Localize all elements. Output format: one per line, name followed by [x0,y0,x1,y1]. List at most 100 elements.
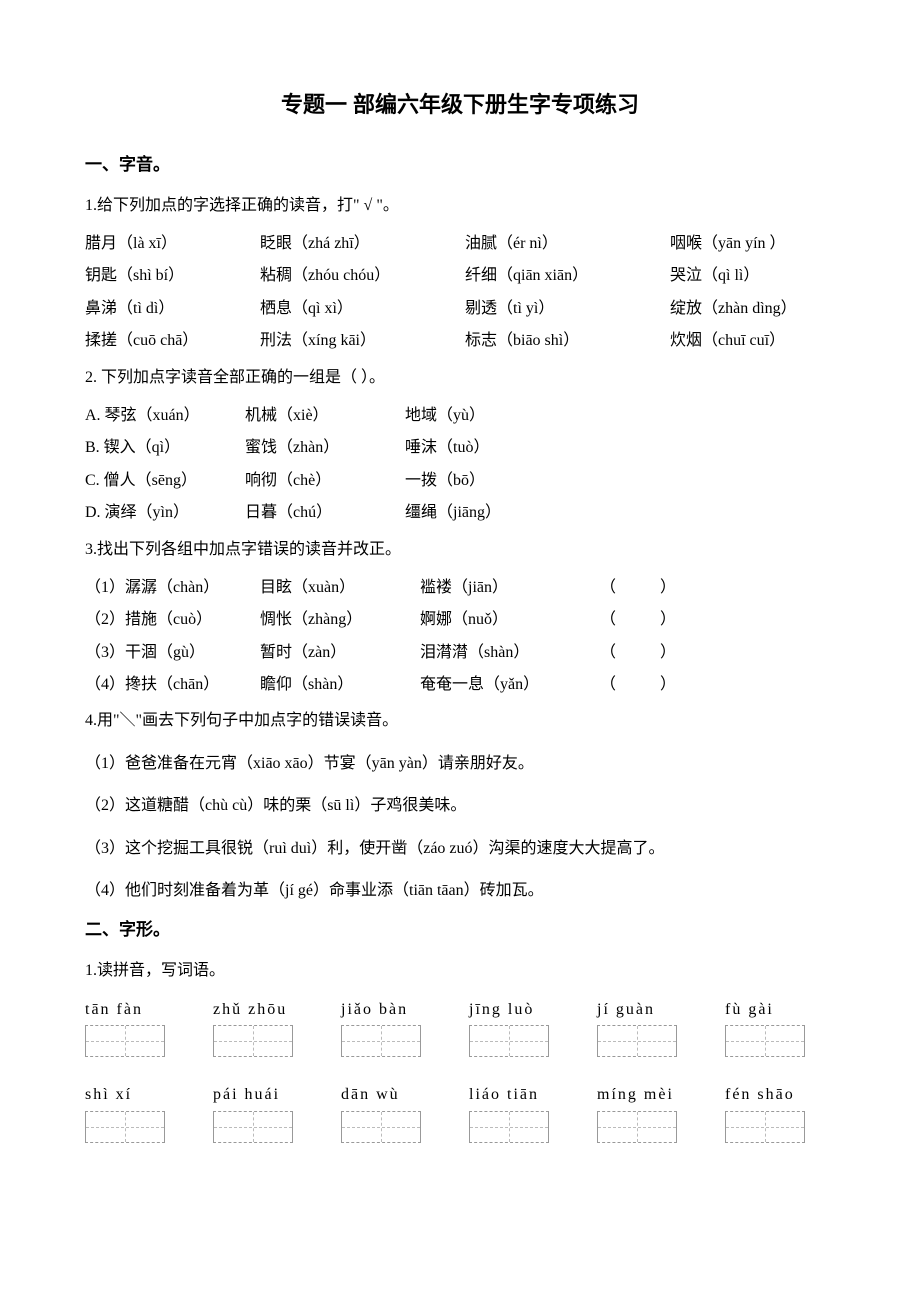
writebox-row-2 [85,1111,835,1150]
q4-item-4: （4）他们时刻准备着为革（jí gé）命事业添（tiān tāan）砖加瓦。 [85,876,835,906]
q1-cell: 鼻涕（tì dì） [85,298,250,320]
pinyin-cell: liáo tiān [469,1084,579,1106]
q2-opt-d: D. 演绎（yìn） 日暮（chú） 缰绳（jiāng） [85,502,835,524]
q2-cell: 日暮（chú） [245,502,405,524]
paren-open: （ [600,674,660,696]
q1-cell: 栖息（qì xì） [260,298,455,320]
pinyin-cell: jiǎo bàn [341,999,451,1021]
q1-cell: 揉搓（cuō chā） [85,330,250,352]
q1-cell: 钥匙（shì bí） [85,265,250,287]
q3-cell: （1）潺潺（chàn） [85,577,260,599]
pinyin-cell: tān fàn [85,999,195,1021]
q3-cell: （4）搀扶（chān） [85,674,260,696]
q1-cell: 标志（biāo shì） [465,330,660,352]
pinyin-cell: zhǔ zhōu [213,999,323,1021]
paren-close: ） [660,674,720,696]
section-2-head: 二、字形。 [85,918,835,942]
q3-cell: 瞻仰（shàn） [260,674,420,696]
q2-cell: 唾沫（tuò） [405,437,565,459]
q1-cell: 绽放（zhàn dìng） [670,298,835,320]
q3-cell: 惆怅（zhàng） [260,609,420,631]
q2-cell: 蜜饯（zhàn） [245,437,405,459]
q2-cell: D. 演绎（yìn） [85,502,245,524]
q1-stem: 1.给下列加点的字选择正确的读音，打" √ "。 [85,191,835,221]
q2-stem: 2. 下列加点字读音全部正确的一组是（ ）。 [85,363,835,393]
write-box[interactable] [597,1025,677,1057]
q1-cell: 腊月（là xī） [85,233,250,255]
q3-row-1: （1）潺潺（chàn） 目眩（xuàn） 褴褛（jiān） （ ） [85,577,835,599]
section-1-head: 一、字音。 [85,153,835,177]
q4-item-1: （1）爸爸准备在元宵（xiāo xāo）节宴（yān yàn）请亲朋好友。 [85,749,835,779]
q4-stem: 4.用"＼"画去下列句子中加点字的错误读音。 [85,706,835,736]
q3-cell: 目眩（xuàn） [260,577,420,599]
pinyin-cell: míng mèi [597,1084,707,1106]
q1-cell: 哭泣（qì lì） [670,265,835,287]
q3-cell: 泪潸潸（shàn） [420,642,600,664]
write-box[interactable] [597,1111,677,1143]
q3-cell: 婀娜（nuǒ） [420,609,600,631]
page-title: 专题一 部编六年级下册生字专项练习 [85,90,835,121]
q1-row-2: 钥匙（shì bí） 粘稠（zhóu chóu） 纤细（qiān xiān） 哭… [85,265,835,287]
q2-cell: 响彻（chè） [245,470,405,492]
q2-opt-a: A. 琴弦（xuán） 机械（xiè） 地域（yù） [85,405,835,427]
pinyin-cell: dān wù [341,1084,451,1106]
q3-row-4: （4）搀扶（chān） 瞻仰（shàn） 奄奄一息（yǎn） （ ） [85,674,835,696]
q2-cell: 一拨（bō） [405,470,565,492]
q1-row-3: 鼻涕（tì dì） 栖息（qì xì） 剔透（tì yì） 绽放（zhàn dì… [85,298,835,320]
paren-close: ） [660,642,720,664]
write-box[interactable] [341,1025,421,1057]
paren-close: ） [660,577,720,599]
write-box[interactable] [213,1025,293,1057]
write-box[interactable] [341,1111,421,1143]
write-box[interactable] [469,1025,549,1057]
q2-cell: B. 锲入（qì） [85,437,245,459]
q3-cell: 奄奄一息（yǎn） [420,674,600,696]
q3-cell: 褴褛（jiān） [420,577,600,599]
paren-open: （ [600,609,660,631]
q2-cell: 地域（yù） [405,405,565,427]
q4-item-3: （3）这个挖掘工具很锐（ruì duì）利，使开凿（záo zuó）沟渠的速度大… [85,834,835,864]
q2-cell: C. 僧人（sēng） [85,470,245,492]
q3-cell: 暂时（zàn） [260,642,420,664]
sec2-q1-stem: 1.读拼音，写词语。 [85,956,835,986]
pinyin-row-1: tān fàn zhǔ zhōu jiǎo bàn jīng luò jí gu… [85,999,835,1021]
write-box[interactable] [85,1025,165,1057]
q1-cell: 剔透（tì yì） [465,298,660,320]
writebox-row-1 [85,1025,835,1064]
q3-stem: 3.找出下列各组中加点字错误的读音并改正。 [85,535,835,565]
write-box[interactable] [725,1111,805,1143]
pinyin-cell: pái huái [213,1084,323,1106]
q2-opt-c: C. 僧人（sēng） 响彻（chè） 一拨（bō） [85,470,835,492]
paren-open: （ [600,642,660,664]
q1-row-1: 腊月（là xī） 眨眼（zhá zhī） 油腻（ér nì） 咽喉（yān y… [85,233,835,255]
q2-opt-b: B. 锲入（qì） 蜜饯（zhàn） 唾沫（tuò） [85,437,835,459]
q1-row-4: 揉搓（cuō chā） 刑法（xíng kāi） 标志（biāo shì） 炊烟… [85,330,835,352]
q2-cell: A. 琴弦（xuán） [85,405,245,427]
q2-cell: 缰绳（jiāng） [405,502,565,524]
q1-cell: 咽喉（yān yín ） [670,233,835,255]
pinyin-row-2: shì xí pái huái dān wù liáo tiān míng mè… [85,1084,835,1106]
paren-close: ） [660,609,720,631]
pinyin-cell: fén shāo [725,1084,835,1106]
write-box[interactable] [725,1025,805,1057]
write-box[interactable] [85,1111,165,1143]
q1-cell: 眨眼（zhá zhī） [260,233,455,255]
q3-row-3: （3）干涸（gù） 暂时（zàn） 泪潸潸（shàn） （ ） [85,642,835,664]
q1-cell: 粘稠（zhóu chóu） [260,265,455,287]
pinyin-cell: shì xí [85,1084,195,1106]
q1-cell: 油腻（ér nì） [465,233,660,255]
q4-item-2: （2）这道糖醋（chù cù）味的栗（sū lì）子鸡很美味。 [85,791,835,821]
q3-cell: （3）干涸（gù） [85,642,260,664]
write-box[interactable] [469,1111,549,1143]
pinyin-cell: jīng luò [469,999,579,1021]
q1-cell: 刑法（xíng kāi） [260,330,455,352]
q1-cell: 纤细（qiān xiān） [465,265,660,287]
write-box[interactable] [213,1111,293,1143]
q3-cell: （2）措施（cuò） [85,609,260,631]
q3-row-2: （2）措施（cuò） 惆怅（zhàng） 婀娜（nuǒ） （ ） [85,609,835,631]
q2-cell: 机械（xiè） [245,405,405,427]
q1-cell: 炊烟（chuī cuī） [670,330,835,352]
paren-open: （ [600,577,660,599]
pinyin-cell: fù gài [725,999,835,1021]
pinyin-cell: jí guàn [597,999,707,1021]
